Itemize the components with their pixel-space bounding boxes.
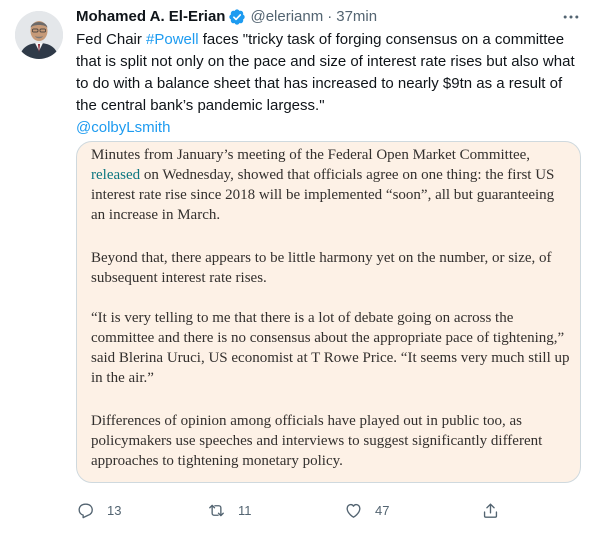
- article-line: “It is very telling to me that there is …: [91, 310, 514, 326]
- quoted-article-image[interactable]: Minutes from January’s meeting of the Fe…: [76, 141, 581, 483]
- retweet-button[interactable]: 11: [207, 498, 252, 522]
- header-separator: ·: [327, 8, 333, 25]
- more-options-icon[interactable]: [556, 6, 586, 28]
- reply-count: 13: [107, 502, 122, 518]
- reply-button[interactable]: 13: [76, 498, 121, 522]
- reply-icon: [78, 502, 93, 518]
- article-line: committee and there is no consensus abou…: [91, 330, 565, 346]
- tweet-text-line-4: the central bank’s pandemic largess.": [76, 97, 325, 114]
- tweet-text-quote-start: faces "tricky task of forging consensus …: [198, 31, 565, 48]
- author-handle[interactable]: @elerianm: [250, 7, 323, 27]
- article-paragraph-2: Beyond that, there appears to be little …: [91, 248, 571, 288]
- avatar[interactable]: [15, 11, 63, 59]
- verified-badge-icon: [228, 8, 246, 26]
- like-button[interactable]: 47: [344, 498, 389, 522]
- article-line: Beyond that, there appears to be little …: [91, 250, 552, 266]
- mention-link[interactable]: @colbyLsmith: [76, 117, 586, 139]
- article-paragraph-3: “It is very telling to me that there is …: [91, 308, 571, 388]
- tweet-timestamp[interactable]: 37min: [336, 7, 377, 27]
- retweet-count: 11: [238, 502, 252, 518]
- hashtag-link[interactable]: #Powell: [146, 31, 199, 48]
- article-paragraph-4: Differences of opinion among officials h…: [91, 411, 571, 471]
- tweet-header: Mohamed A. El-Erian @elerianm · 37min: [76, 7, 377, 27]
- like-count: 47: [375, 502, 390, 518]
- article-line: Differences of opinion among officials h…: [91, 413, 523, 429]
- article-line: approaches to tightening monetary policy…: [91, 453, 343, 469]
- article-line: in the air.”: [91, 370, 154, 386]
- tweet-text-prefix: Fed Chair: [76, 31, 147, 48]
- article-line: Minutes from January’s meeting of the Fe…: [91, 147, 531, 163]
- tweet-text-line-1: Fed Chair #Powell faces "tricky task of …: [76, 29, 586, 51]
- retweet-icon: [209, 504, 224, 516]
- article-line: subsequent interest rate rises.: [91, 270, 267, 286]
- article-line-rest: on Wednesday, showed that officials agre…: [140, 167, 555, 183]
- tweet-text-line-3: to do with a balance sheet that has incr…: [76, 75, 563, 92]
- tweet-card[interactable]: Mohamed A. El-Erian @elerianm · 37min Fe…: [0, 0, 596, 535]
- article-paragraph-1: Minutes from January’s meeting of the Fe…: [91, 145, 571, 225]
- tweet-actions: 13 11 47: [76, 498, 516, 522]
- tweet-text-line-2: that is split not only on the pace and s…: [76, 53, 575, 70]
- author-name[interactable]: Mohamed A. El-Erian: [76, 7, 225, 27]
- tweet-text: Fed Chair #Powell faces "tricky task of …: [76, 29, 586, 139]
- share-icon: [483, 502, 498, 518]
- article-line: an increase in March.: [91, 207, 221, 223]
- article-line: said Blerina Uruci, US economist at T Ro…: [91, 350, 570, 366]
- heart-icon: [346, 503, 361, 518]
- released-link: released: [91, 167, 141, 183]
- article-line: policymakers use speeches and interviews…: [91, 433, 543, 449]
- article-line: released on Wednesday, showed that offic…: [91, 165, 571, 185]
- avatar-photo: [15, 11, 63, 59]
- share-button[interactable]: [481, 498, 500, 522]
- article-line: interest rate rise since 2018 will be im…: [91, 187, 555, 203]
